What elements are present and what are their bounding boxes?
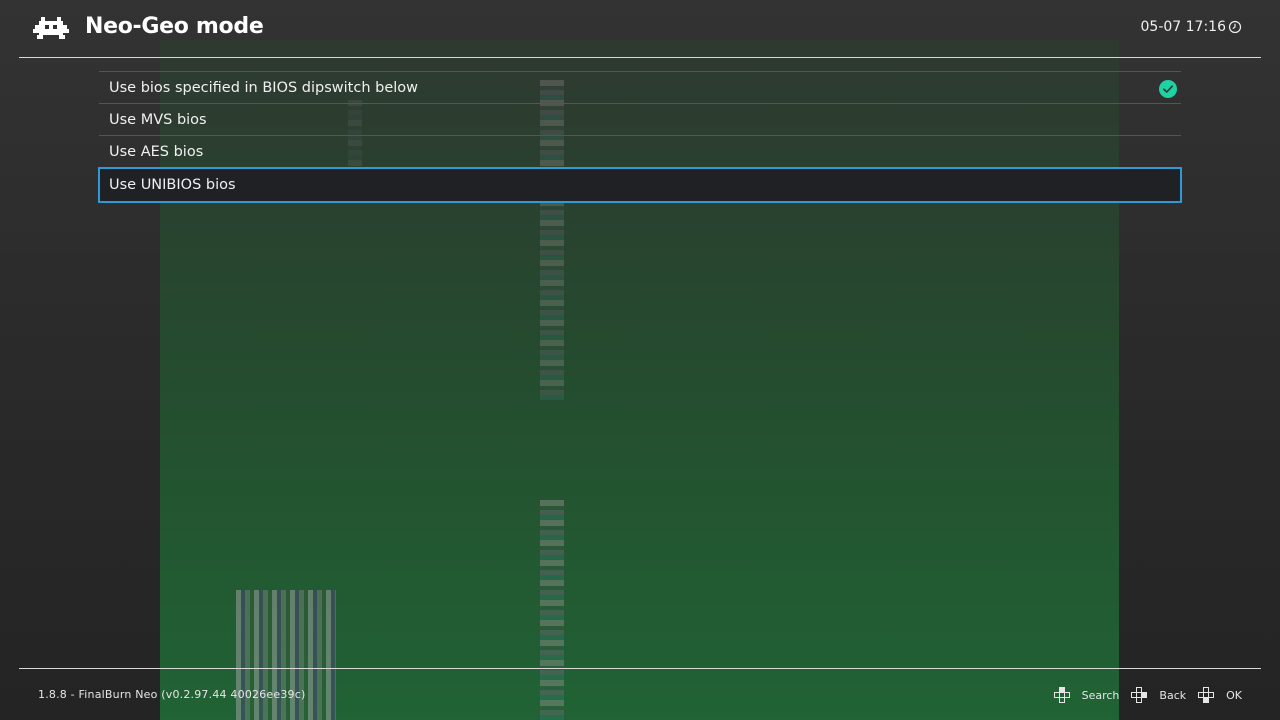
option-label: Use UNIBIOS bios [109, 177, 236, 193]
hint-back[interactable]: Back [1131, 687, 1186, 703]
footer: 1.8.8 - FinalBurn Neo (v0.2.97.44 40026e… [19, 668, 1261, 720]
clock: 05-07 17:16 [1141, 19, 1242, 35]
hint-label: Back [1159, 688, 1187, 702]
header: Neo-Geo mode 05-07 17:16 [19, 0, 1261, 58]
clock-icon [1228, 20, 1242, 34]
hint-search[interactable]: Search [1053, 687, 1120, 703]
option-label: Use MVS bios [109, 111, 207, 128]
option-unibios-bios[interactable]: Use UNIBIOS bios [98, 167, 1182, 203]
option-label: Use bios specified in BIOS dipswitch bel… [109, 79, 419, 96]
checkmark-icon [1159, 80, 1177, 98]
retroarch-invader-icon [33, 17, 69, 39]
option-dipswitch-bios[interactable]: Use bios specified in BIOS dipswitch bel… [99, 71, 1181, 103]
page-title: Neo-Geo mode [85, 14, 264, 39]
dpad-up-icon [1053, 687, 1070, 703]
hint-ok[interactable]: OK [1198, 687, 1242, 703]
option-mvs-bios[interactable]: Use MVS bios [99, 103, 1181, 135]
hint-label: OK [1226, 688, 1242, 702]
option-label: Use AES bios [109, 143, 204, 160]
dpad-left-icon [1131, 687, 1148, 703]
dpad-right-icon [1198, 687, 1215, 703]
option-aes-bios[interactable]: Use AES bios [99, 135, 1181, 167]
core-version: 1.8.8 - FinalBurn Neo (v0.2.97.44 40026e… [38, 688, 306, 701]
clock-text: 05-07 17:16 [1140, 19, 1226, 35]
button-hints: Search Back OK [1042, 687, 1242, 703]
hint-label: Search [1081, 688, 1120, 702]
option-list: Use bios specified in BIOS dipswitch bel… [98, 71, 1182, 203]
